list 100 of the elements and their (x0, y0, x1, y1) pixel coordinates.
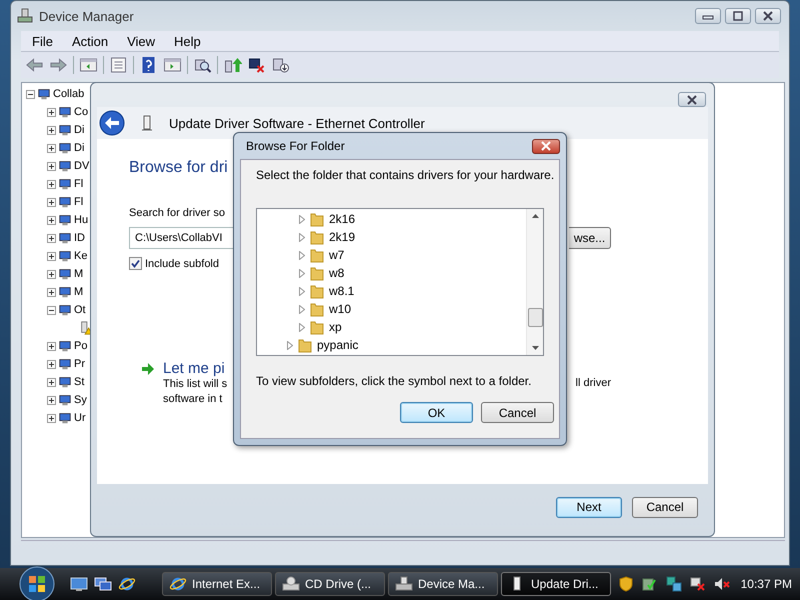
folder-item[interactable]: w10 (329, 302, 352, 316)
tree-item[interactable]: Po (74, 340, 88, 352)
tree-item[interactable]: St (74, 376, 84, 388)
tree-item[interactable]: Di (74, 124, 84, 136)
back-button[interactable] (99, 110, 125, 136)
taskbar-button[interactable]: CD Drive (... (275, 572, 385, 596)
wizard-button[interactable]: Next (556, 496, 622, 518)
expand-toggle[interactable] (26, 90, 35, 98)
close-button[interactable] (678, 92, 706, 107)
device-icon (58, 375, 72, 389)
tree-item[interactable]: Di (74, 142, 84, 154)
browser-icon[interactable] (118, 576, 136, 592)
expand-toggle[interactable] (47, 252, 56, 260)
expand-toggle[interactable] (47, 108, 56, 116)
menu-item[interactable]: File (23, 34, 63, 48)
path-field[interactable]: C:\Users\CollabVI (129, 227, 234, 249)
tree-item[interactable]: Fl (74, 178, 84, 190)
folder-icon (310, 247, 324, 263)
panel-icon[interactable] (79, 57, 98, 73)
checkbox[interactable] (129, 257, 142, 270)
scrollbar-thumb[interactable] (528, 308, 542, 326)
install-icon[interactable] (271, 57, 290, 73)
device-icon (58, 249, 72, 263)
expand-toggle[interactable] (47, 144, 56, 152)
tree-item[interactable]: M (74, 286, 84, 298)
close-icon (762, 11, 774, 21)
network-icon[interactable] (664, 576, 683, 592)
folder-item[interactable]: 2k16 (329, 212, 356, 226)
dialog-button[interactable]: OK (400, 402, 473, 423)
tree-item[interactable]: M (74, 268, 84, 280)
expand-toggle[interactable] (47, 216, 56, 224)
shield-icon[interactable] (616, 576, 635, 592)
menu-item[interactable]: Help (165, 34, 211, 48)
folder-item[interactable]: w7 (329, 248, 344, 262)
taskbar-button[interactable]: Device Ma... (388, 572, 498, 596)
show-desktop-icon[interactable] (70, 576, 88, 592)
expand-toggle[interactable] (47, 360, 56, 368)
expand-toggle[interactable] (47, 198, 56, 206)
disable-icon[interactable] (247, 57, 266, 73)
expand-toggle[interactable] (47, 378, 56, 386)
menu-item[interactable]: Action (62, 34, 118, 48)
tree-item[interactable]: Pr (74, 358, 85, 370)
tree-item[interactable]: Fl (74, 196, 84, 208)
expand-toggle[interactable] (47, 342, 56, 350)
taskbar-button[interactable]: Internet Ex... (162, 572, 272, 596)
browse-button[interactable]: wse... (569, 227, 611, 249)
taskbar-button[interactable]: Update Dri... (501, 572, 611, 596)
close-button[interactable] (532, 138, 560, 154)
expand-toggle[interactable] (47, 126, 56, 134)
close-button[interactable] (755, 8, 781, 24)
dialog-prompt: Select the folder that contains drivers for your hardware. (256, 168, 556, 182)
minimize-button[interactable] (695, 8, 721, 24)
scan-icon[interactable] (193, 57, 212, 73)
tree-item[interactable]: DV (74, 160, 90, 172)
device-icon (58, 159, 72, 173)
device-icon (58, 177, 72, 191)
scroll-up-icon[interactable] (532, 214, 538, 218)
dialog-button[interactable]: Cancel (481, 402, 554, 423)
folder-item[interactable]: pypanic (317, 338, 358, 352)
panel-icon[interactable] (163, 57, 182, 73)
tree-item[interactable]: Ke (74, 250, 88, 262)
expand-toggle[interactable] (47, 162, 56, 170)
arrow-icon (141, 362, 155, 374)
tree-item[interactable]: Collab (53, 88, 84, 100)
expand-toggle[interactable] (47, 306, 56, 314)
expand-toggle[interactable] (47, 288, 56, 296)
tree-item[interactable]: Ot (74, 304, 86, 316)
description-text: software in t (163, 392, 224, 407)
update-icon[interactable] (223, 57, 242, 73)
tree-item[interactable]: Co (74, 106, 88, 118)
start-button[interactable] (18, 565, 56, 600)
folder-item[interactable]: 2k19 (329, 230, 356, 244)
expand-toggle[interactable] (47, 234, 56, 242)
scrollbar[interactable] (526, 209, 543, 355)
tree-item[interactable]: Hu (74, 214, 88, 226)
properties-icon[interactable] (109, 57, 128, 73)
tree-item[interactable]: Sy (74, 394, 87, 406)
wizard-button[interactable]: Cancel (632, 496, 698, 518)
switch-windows-icon[interactable] (94, 576, 112, 592)
folder-item[interactable]: xp (329, 320, 342, 334)
tree-item[interactable]: Ur (74, 412, 86, 424)
forward-icon[interactable] (49, 57, 68, 73)
device-icon (58, 231, 72, 245)
volume-muted-icon[interactable] (712, 576, 731, 592)
description-text: This list will s (163, 377, 228, 392)
folder-item[interactable]: w8 (329, 266, 344, 280)
option-link[interactable]: Let me pi (163, 360, 225, 377)
device-icon (58, 123, 72, 137)
back-icon[interactable] (25, 57, 44, 73)
maximize-button[interactable] (725, 8, 751, 24)
expand-toggle[interactable] (47, 180, 56, 188)
scroll-down-icon[interactable] (532, 346, 538, 350)
expand-toggle[interactable] (47, 270, 56, 278)
expand-toggle[interactable] (47, 414, 56, 422)
menu-item[interactable]: View (118, 34, 166, 48)
folder-item[interactable]: w8.1 (329, 284, 354, 298)
tree-item[interactable]: ID (74, 232, 85, 244)
expand-toggle[interactable] (47, 396, 56, 404)
network-disconnected-icon[interactable] (688, 576, 707, 592)
clock[interactable]: 10:37 PM (740, 577, 792, 591)
